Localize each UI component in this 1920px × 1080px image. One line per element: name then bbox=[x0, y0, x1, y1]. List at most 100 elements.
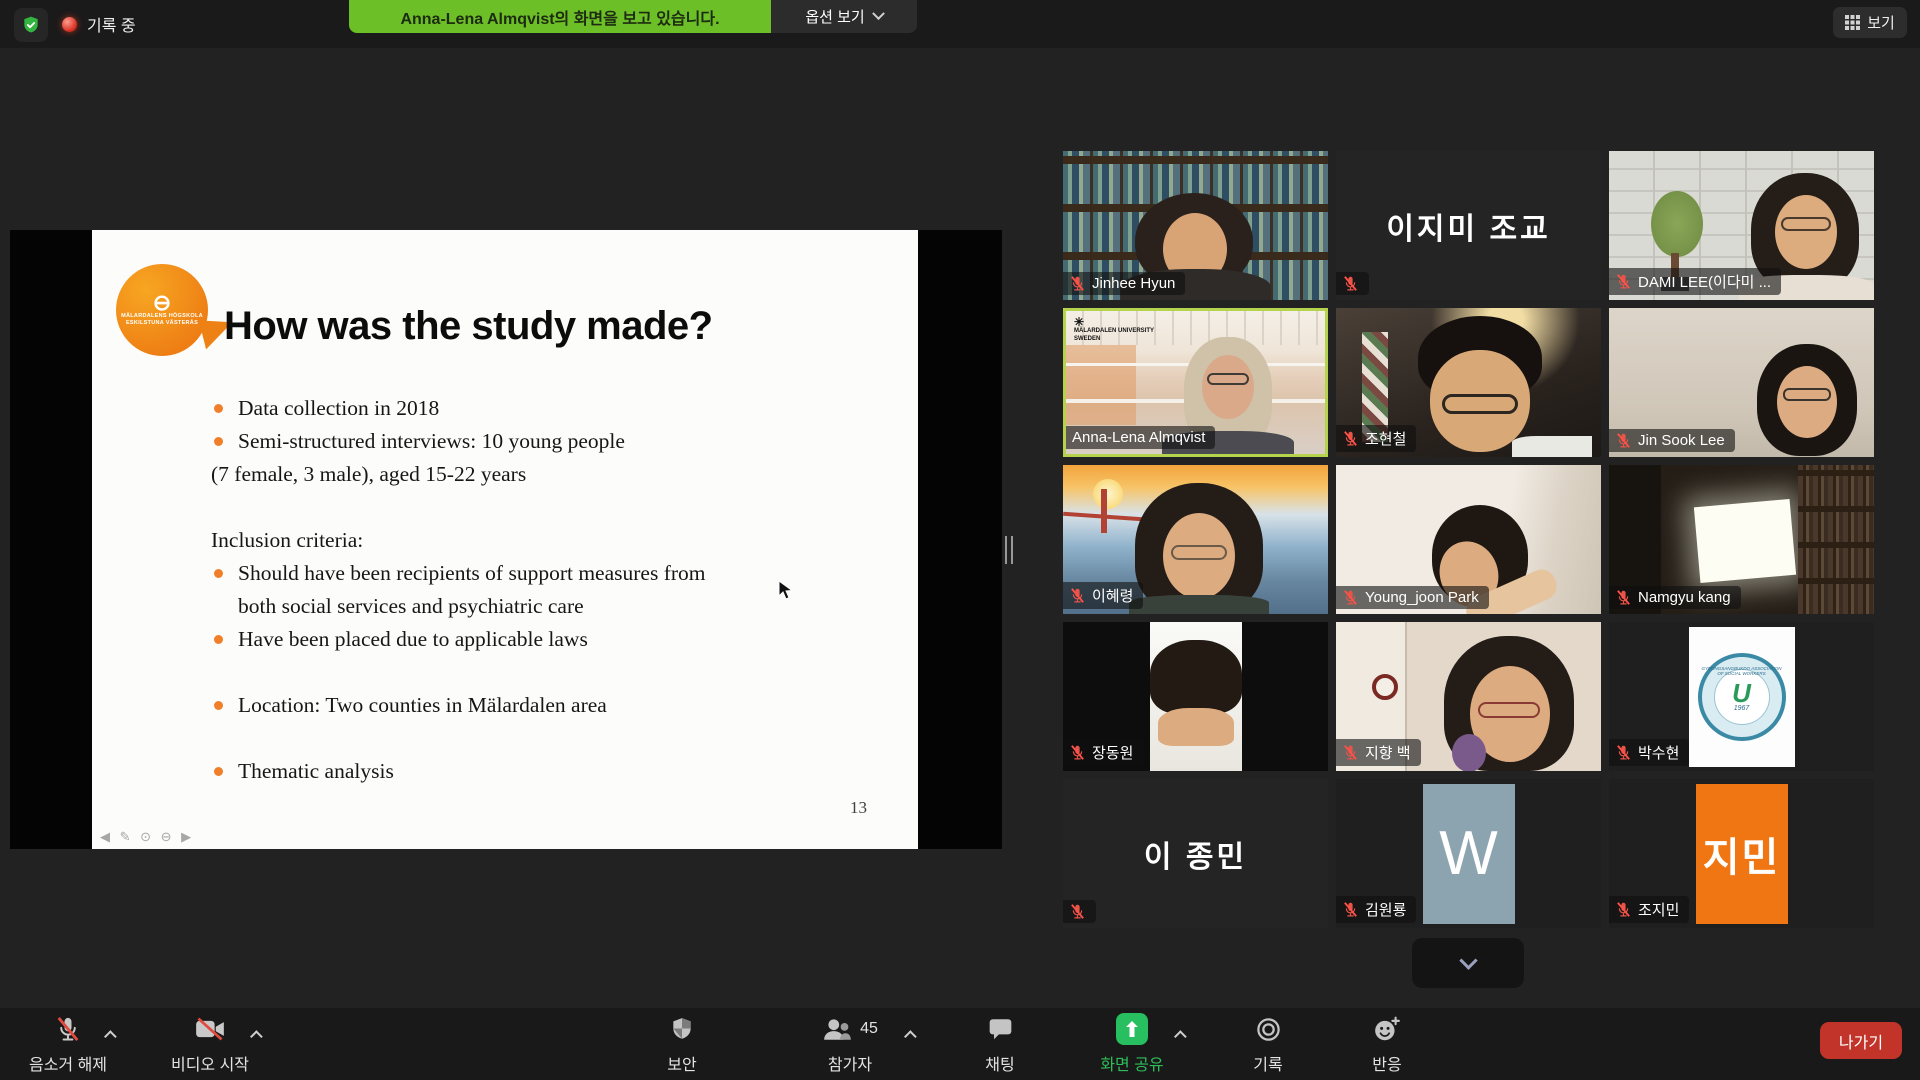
security-button[interactable]: 보안 bbox=[624, 1014, 740, 1075]
avatar: 지민 bbox=[1696, 784, 1788, 924]
logo-glyph: ⊖ bbox=[153, 293, 171, 313]
participant-name: 이혜령 bbox=[1092, 585, 1133, 606]
seal-year: 1967 bbox=[1734, 705, 1750, 712]
participant-name: 지향 백 bbox=[1365, 742, 1411, 763]
slide-nav-icons: ◀ ✎ ⊙ ⊖ ▶ bbox=[100, 829, 194, 845]
shield-icon bbox=[669, 1016, 695, 1042]
name-chip: 이혜령 bbox=[1063, 582, 1143, 609]
view-options-button[interactable]: 옵션 보기 bbox=[771, 0, 917, 33]
panel-resize-handle[interactable] bbox=[1005, 536, 1013, 564]
unmute-button[interactable]: 음소거 해제 bbox=[10, 1014, 126, 1075]
name-chip: 조현철 bbox=[1336, 425, 1416, 452]
muted-mic-icon bbox=[1342, 589, 1359, 606]
bullet-item: Should have been recipients of support m… bbox=[211, 557, 723, 623]
seal-letter: U bbox=[1732, 681, 1751, 705]
bullet-dot bbox=[214, 635, 223, 644]
recording-dot-icon bbox=[62, 17, 77, 32]
bullet-item: Semi-structured interviews: 10 young peo… bbox=[211, 425, 861, 458]
reactions-button[interactable]: 반응 bbox=[1329, 1014, 1445, 1075]
participant-tile-lee-jongmin[interactable]: 이 종민 bbox=[1063, 779, 1328, 928]
mouse-cursor bbox=[778, 580, 792, 600]
participant-tile-cho-hyunchul[interactable]: 조현철 bbox=[1336, 308, 1601, 457]
chat-button[interactable]: 채팅 bbox=[942, 1014, 1058, 1075]
share-screen-button[interactable]: 화면 공유 bbox=[1074, 1014, 1190, 1075]
participant-tile-kim-wonryong[interactable]: W 김원룡 bbox=[1336, 779, 1601, 928]
university-logo-overlay: ✳ MÄLARDALEN UNIVERSITY SWEDEN bbox=[1074, 317, 1154, 343]
view-layout-button[interactable]: 보기 bbox=[1833, 7, 1907, 38]
share-options-chevron[interactable] bbox=[1178, 1026, 1187, 1044]
participant-tile-jin-sook-lee[interactable]: Jin Sook Lee bbox=[1609, 308, 1874, 457]
participant-tile-jang-dongwon[interactable]: 장동원 bbox=[1063, 622, 1328, 771]
name-chip bbox=[1063, 900, 1096, 923]
bullet-item: Thematic analysis bbox=[211, 755, 861, 788]
recording-indicator[interactable]: 기록 중 bbox=[62, 12, 136, 36]
bullet-item: Data collection in 2018 bbox=[211, 392, 861, 425]
participants-chevron[interactable] bbox=[908, 1026, 917, 1044]
ceiling-light bbox=[1694, 499, 1796, 583]
participant-tile-park-suhyun[interactable]: GYEONGSANGBUKDO ASSOCIATION OF SOCIAL WO… bbox=[1609, 622, 1874, 771]
logo-text-line1: MÄLARDALENS HÖGSKOLA bbox=[121, 313, 203, 320]
video-options-chevron[interactable] bbox=[254, 1026, 263, 1044]
participant-name: Jinhee Hyun bbox=[1092, 275, 1175, 292]
muted-mic-icon bbox=[1069, 275, 1086, 292]
slide-page-number: 13 bbox=[850, 798, 867, 818]
participant-name: 박수현 bbox=[1638, 742, 1679, 763]
bullet-item: Location: Two counties in Mälardalen are… bbox=[211, 689, 861, 722]
muted-mic-icon bbox=[1069, 903, 1086, 920]
share-screen-label: 화면 공유 bbox=[1100, 1051, 1163, 1075]
participant-tile-dami-lee[interactable]: DAMI LEE(이다미 ... bbox=[1609, 151, 1874, 300]
participant-tile-young-joon-park[interactable]: Young_joon Park bbox=[1336, 465, 1601, 614]
wall-clock bbox=[1372, 674, 1398, 700]
presentation-slide: ⊖ MÄLARDALENS HÖGSKOLA ESKILSTUNA VÄSTER… bbox=[92, 230, 918, 849]
muted-mic-icon bbox=[1342, 275, 1359, 292]
logo-text-line2: ESKILSTUNA VÄSTERÅS bbox=[126, 320, 198, 327]
participant-tile-jihyang-baek[interactable]: 지향 백 bbox=[1336, 622, 1601, 771]
slide-title: How was the study made? bbox=[224, 304, 713, 349]
name-chip: Young_joon Park bbox=[1336, 586, 1489, 609]
participant-name: Anna-Lena Almqvist bbox=[1072, 429, 1205, 446]
participant-name: Jin Sook Lee bbox=[1638, 432, 1725, 449]
participant-tile-anna-lena-almqvist[interactable]: ✳ MÄLARDALEN UNIVERSITY SWEDEN Anna-Lena… bbox=[1063, 308, 1328, 457]
record-button[interactable]: 기록 bbox=[1210, 1014, 1326, 1075]
name-chip: 김원룡 bbox=[1336, 896, 1416, 923]
bottom-toolbar: 음소거 해제 비디오 시작 보안 bbox=[0, 1008, 1920, 1080]
bullet-dot bbox=[214, 701, 223, 710]
participant-tile-jinhee-hyun[interactable]: Jinhee Hyun bbox=[1063, 151, 1328, 300]
start-video-button[interactable]: 비디오 시작 bbox=[152, 1014, 268, 1075]
reactions-label: 반응 bbox=[1372, 1051, 1401, 1075]
encryption-badge[interactable] bbox=[14, 8, 48, 42]
avatar: W bbox=[1423, 784, 1515, 924]
grid-view-icon bbox=[1845, 15, 1860, 30]
recording-status-label: 기록 중 bbox=[87, 12, 136, 36]
muted-mic-icon bbox=[1615, 273, 1632, 290]
bullet-dot bbox=[214, 767, 223, 776]
audio-options-chevron[interactable] bbox=[108, 1026, 117, 1044]
record-icon bbox=[1255, 1016, 1282, 1043]
participant-tile-namgyu-kang[interactable]: Namgyu kang bbox=[1609, 465, 1874, 614]
bullet-dot bbox=[214, 569, 223, 578]
name-chip: DAMI LEE(이다미 ... bbox=[1609, 268, 1781, 295]
share-screen-icon bbox=[1116, 1013, 1148, 1045]
participants-button[interactable]: 45 참가자 bbox=[786, 1014, 914, 1075]
participant-name: Namgyu kang bbox=[1638, 589, 1731, 606]
security-label: 보안 bbox=[667, 1051, 696, 1075]
leave-meeting-button[interactable]: 나가기 bbox=[1820, 1022, 1902, 1059]
collapse-grid-button[interactable] bbox=[1412, 938, 1524, 988]
mdh-university-logo: ⊖ MÄLARDALENS HÖGSKOLA ESKILSTUNA VÄSTER… bbox=[116, 264, 208, 356]
zoom-meeting-window: 기록 중 Anna-Lena Almqvist의 화면을 보고 있습니다. 옵션… bbox=[0, 0, 1920, 1080]
name-chip: Anna-Lena Almqvist bbox=[1066, 426, 1215, 449]
participants-icon bbox=[822, 1016, 852, 1042]
banner-text: Anna-Lena Almqvist의 화면을 보고 있습니다. bbox=[400, 5, 719, 29]
bullet-item: Have been placed due to applicable laws bbox=[211, 623, 861, 656]
leave-label: 나가기 bbox=[1839, 1029, 1883, 1053]
participant-tile-cho-jimin[interactable]: 지민 조지민 bbox=[1609, 779, 1874, 928]
name-chip bbox=[1336, 272, 1369, 295]
avatar-initial: 지민 bbox=[1703, 825, 1781, 883]
participant-tile-lee-hyeryung[interactable]: 이혜령 bbox=[1063, 465, 1328, 614]
name-chip: Jinhee Hyun bbox=[1063, 272, 1185, 295]
top-bar: 기록 중 Anna-Lena Almqvist의 화면을 보고 있습니다. 옵션… bbox=[0, 0, 1920, 48]
slide-bullet-list: Data collection in 2018 Semi-structured … bbox=[211, 392, 861, 788]
participant-tile-leejimi[interactable]: 이지미 조교 bbox=[1336, 151, 1601, 300]
video-off-icon bbox=[195, 1016, 225, 1042]
bullet-spacer bbox=[211, 656, 861, 689]
